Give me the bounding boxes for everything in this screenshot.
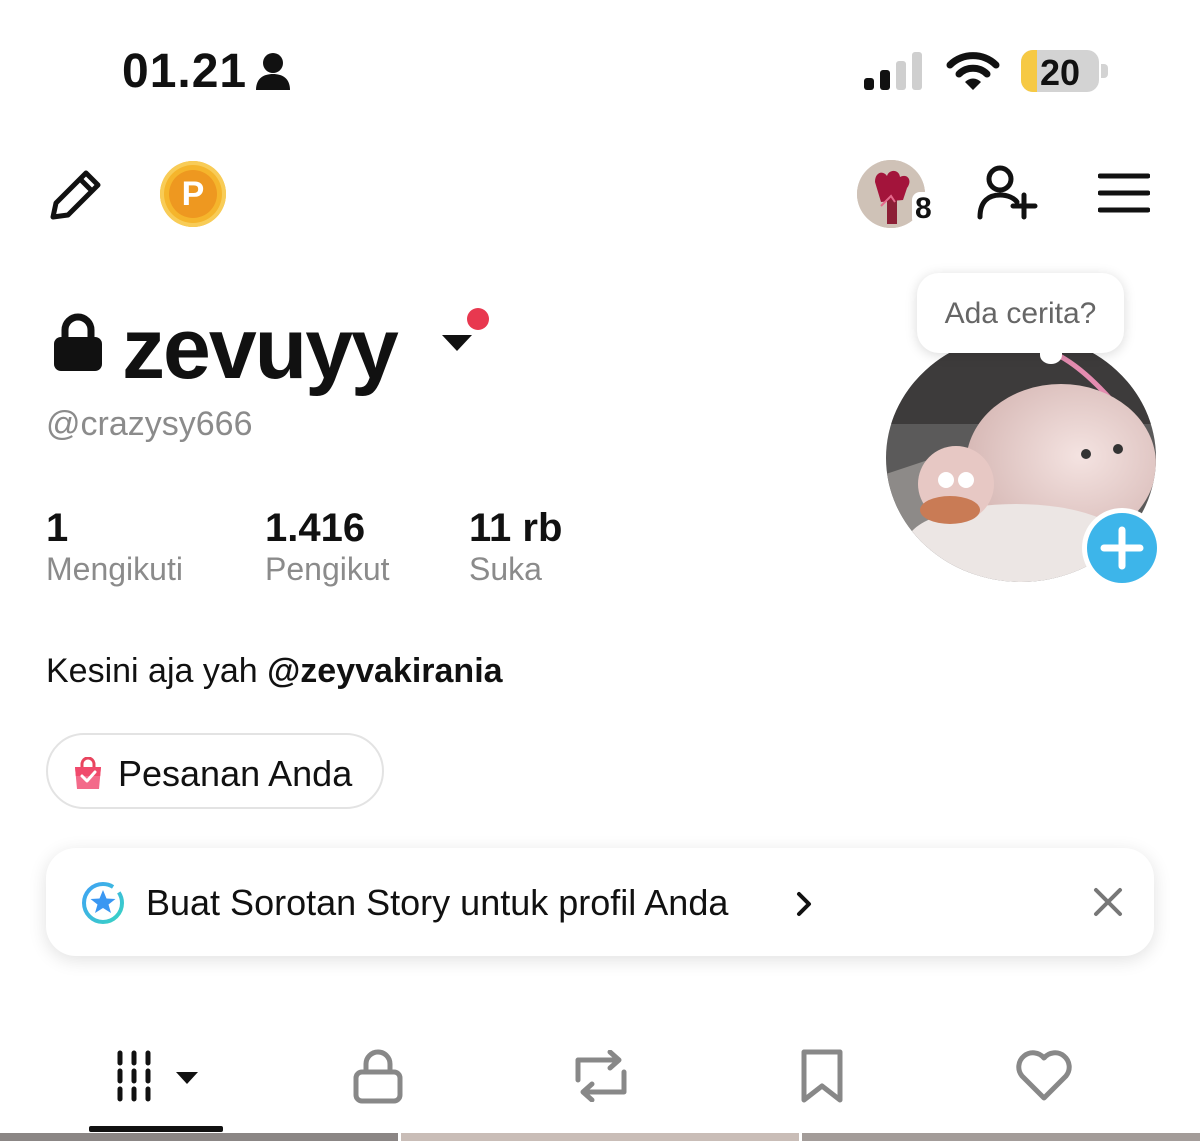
posts-grid-icon[interactable] [116, 1050, 200, 1102]
story-highlight-card[interactable]: Buat Sorotan Story untuk profil Anda [46, 848, 1154, 956]
bio-mention-link[interactable]: @zeyvakirania [267, 652, 502, 690]
user-handle: @crazysy666 [46, 405, 253, 443]
bubble-tail [1040, 346, 1062, 364]
coin-icon[interactable]: P [160, 161, 226, 227]
account-switch-caret-icon[interactable] [440, 333, 474, 353]
stat-value: 1.416 [265, 506, 366, 550]
shopping-bag-icon [75, 757, 101, 789]
repost-icon[interactable] [570, 1050, 632, 1102]
pencil-icon[interactable] [46, 168, 104, 224]
stat-value: 11 rb [469, 506, 563, 550]
close-icon[interactable] [1092, 886, 1124, 918]
notification-dot [467, 308, 489, 330]
stat-value: 1 [46, 506, 69, 550]
coin-label: P [169, 170, 217, 218]
wifi-icon [946, 52, 1000, 90]
status-time: 01.21 [122, 45, 248, 98]
signal-icon [864, 52, 922, 90]
username[interactable]: zevuyy [122, 300, 399, 399]
private-lock-icon [54, 313, 102, 371]
battery-indicator: 20 [1021, 50, 1099, 92]
lock-icon[interactable] [352, 1048, 404, 1104]
bookmark-icon[interactable] [800, 1048, 844, 1104]
story-highlight-text: Buat Sorotan Story untuk profil Anda [146, 882, 729, 923]
orders-button[interactable]: Pesanan Anda [46, 733, 384, 809]
battery-percent: 20 [1039, 52, 1081, 92]
story-prompt-text: Ada cerita? [944, 297, 1097, 330]
stat-following[interactable]: 1 Mengikuti [46, 506, 183, 588]
bio-text: Kesini aja yah [46, 652, 268, 690]
add-friend-icon[interactable] [976, 165, 1038, 221]
menu-icon[interactable] [1098, 172, 1150, 214]
orders-button-label: Pesanan Anda [118, 753, 353, 794]
video-grid-preview [0, 1133, 1200, 1141]
active-tab-indicator [89, 1126, 223, 1132]
person-icon [256, 53, 290, 90]
story-prompt-bubble[interactable]: Ada cerita? [917, 273, 1124, 353]
stat-label: Mengikuti [46, 551, 183, 587]
highlight-star-icon [82, 882, 124, 924]
plus-icon [1100, 526, 1144, 570]
heart-icon[interactable] [1014, 1050, 1074, 1102]
chevron-right-icon [797, 892, 811, 916]
stat-likes[interactable]: 11 rb Suka [469, 506, 562, 588]
stat-label: Pengikut [265, 551, 390, 587]
stat-followers[interactable]: 1.416 Pengikut [265, 506, 390, 588]
bio: Kesini aja yah @zeyvakirania [46, 652, 503, 691]
stat-label: Suka [469, 551, 542, 587]
battery-cap [1101, 64, 1108, 78]
mini-avatar-badge: 8 [912, 192, 935, 226]
add-story-button[interactable] [1087, 513, 1157, 583]
